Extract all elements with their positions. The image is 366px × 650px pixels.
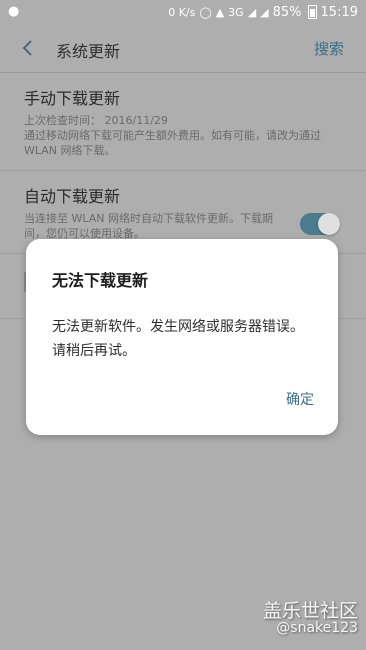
toggle-knob <box>318 213 340 235</box>
dialog-title: 无法下载更新 <box>52 271 149 290</box>
network-type: 3G <box>228 5 244 19</box>
wifi-icon: ▲ <box>215 5 225 19</box>
list-item-manual-download[interactable]: 手动下载更新 上次检查时间： 2016/11/29 通过移动网络下载可能产生额外… <box>0 73 366 171</box>
last-check-time: 上次检查时间： 2016/11/29 <box>24 114 168 127</box>
battery-percent: 85% <box>272 4 302 20</box>
signal-icon: ◢ <box>247 5 257 19</box>
android-icon: ● <box>8 4 20 19</box>
network-speed: 0 K/s <box>168 5 196 19</box>
ok-button[interactable]: 确定 <box>286 389 314 409</box>
auto-download-toggle[interactable] <box>300 213 340 235</box>
manual-download-title: 手动下载更新 <box>24 89 121 108</box>
back-arrow-icon[interactable] <box>18 38 38 58</box>
auto-download-title: 自动下载更新 <box>24 187 121 206</box>
auto-download-desc: 当连接至 WLAN 网络时自动下载软件更新。下载期间，您仍可以使用设备。 <box>24 212 274 240</box>
clock: 15:19 <box>320 4 358 20</box>
signal-icon-2: ◢ <box>260 5 269 19</box>
alarm-icon: ◯ <box>199 5 212 19</box>
error-dialog: 无法下载更新 无法更新软件。发生网络或服务器错误。请稍后再试。 确定 <box>26 239 338 435</box>
watermark-user: @snake123 <box>276 620 358 636</box>
manual-download-desc: 通过移动网络下载可能产生额外费用。如有可能，请改为通过 WLAN 网络下载。 <box>24 129 321 157</box>
app-bar: 系统更新 搜索 <box>0 24 366 73</box>
battery-icon <box>307 5 317 19</box>
notification-icons: ● <box>8 4 19 19</box>
page-title: 系统更新 <box>56 42 121 61</box>
watermark-site: 盖乐世社区 <box>262 600 358 622</box>
status-bar: ● 0 K/s ◯ ▲ 3G ◢ ◢ 85% 15:19 <box>0 0 366 24</box>
dialog-message: 无法更新软件。发生网络或服务器错误。请稍后再试。 <box>52 319 304 359</box>
search-button[interactable]: 搜索 <box>314 38 344 59</box>
